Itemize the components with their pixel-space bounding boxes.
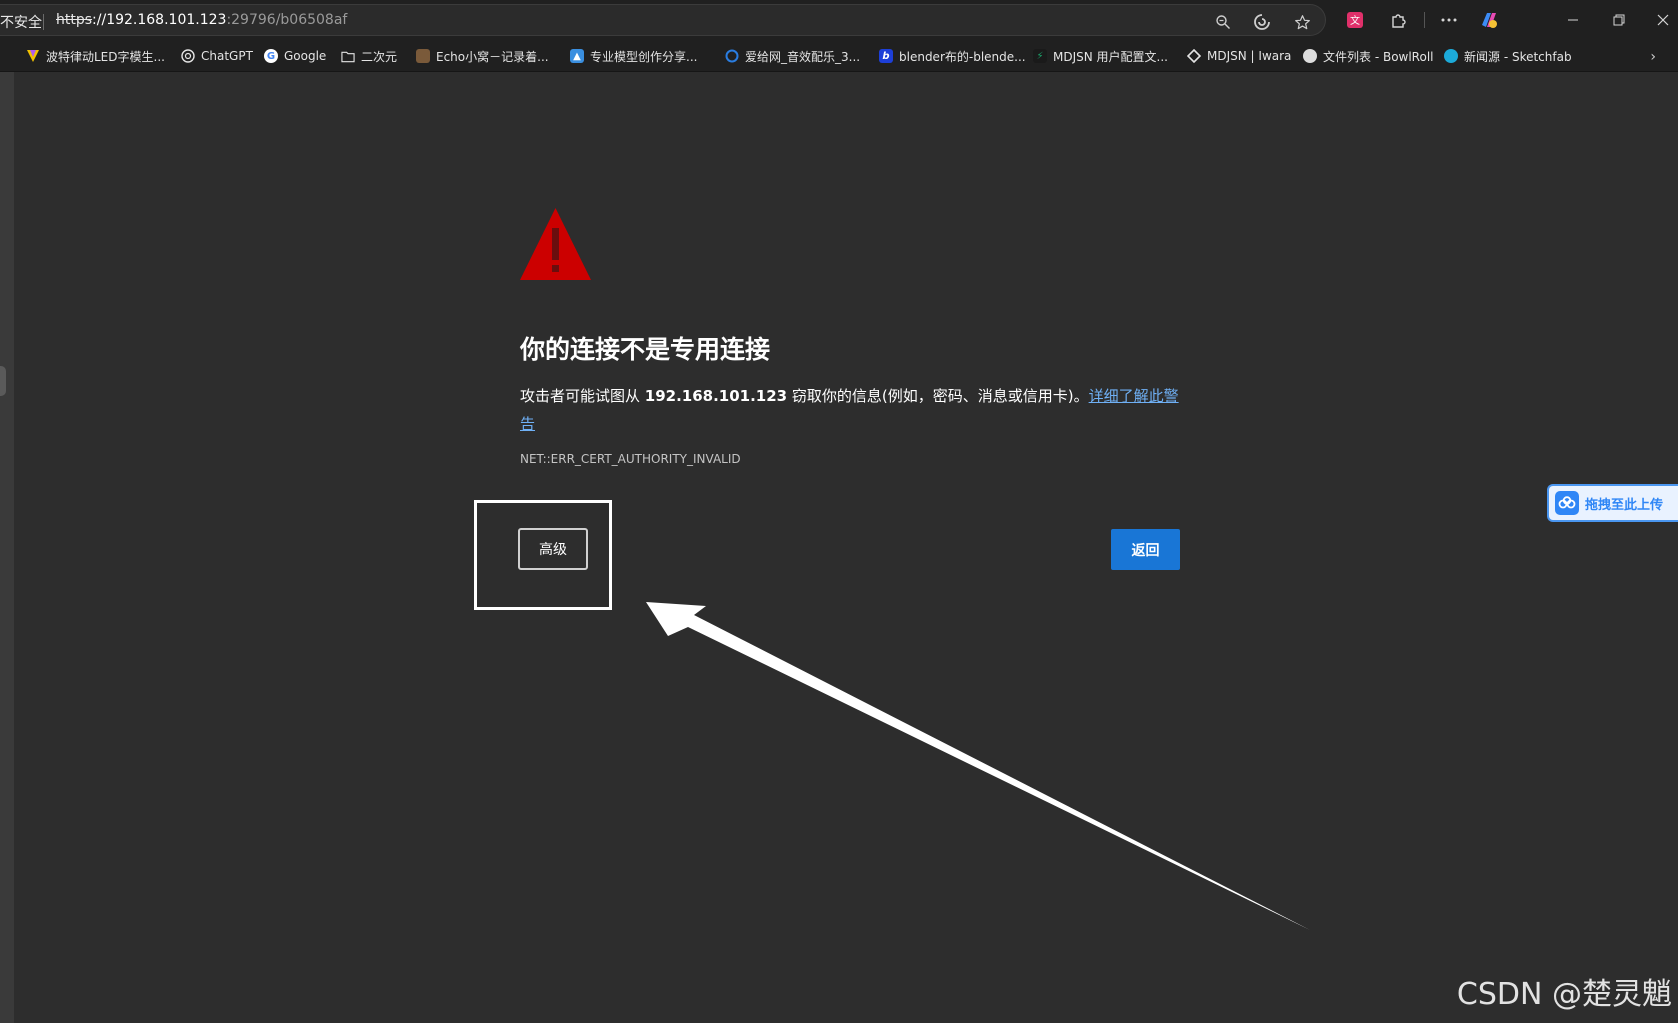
annotation-arrow (646, 602, 1310, 930)
upload-drop-widget[interactable]: 拖拽至此上传 (1547, 484, 1678, 522)
upload-label: 拖拽至此上传 (1585, 497, 1664, 513)
browser-window: 不安全 https://192.168.101.123:29796/b06508… (0, 0, 1678, 1023)
watermark: CSDN @楚灵魈 (1456, 977, 1672, 1012)
cloud-upload-icon (1555, 491, 1579, 515)
